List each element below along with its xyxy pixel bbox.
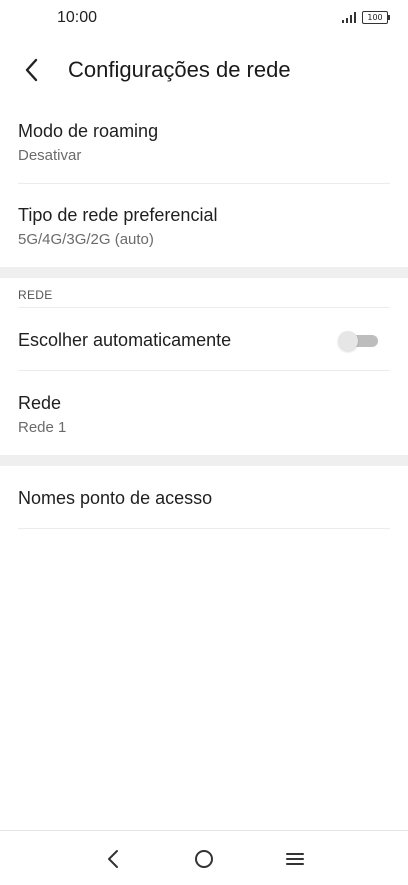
back-nav-icon xyxy=(108,850,118,868)
signal-icon xyxy=(342,12,356,23)
roaming-mode-value: Desativar xyxy=(18,147,82,164)
battery-icon: 100 xyxy=(362,11,390,24)
auto-select-toggle[interactable] xyxy=(338,330,380,351)
menu-nav-icon xyxy=(286,853,304,865)
chevron-left-icon xyxy=(25,58,38,82)
divider xyxy=(18,528,390,529)
apn-item[interactable]: Nomes ponto de acesso xyxy=(18,488,390,509)
preferred-network-type-value: 5G/4G/3G/2G (auto) xyxy=(18,231,154,248)
app-header: Configurações de rede xyxy=(0,44,408,96)
network-item[interactable]: Rede Rede 1 xyxy=(18,393,390,436)
divider xyxy=(18,307,390,308)
preferred-network-type-title: Tipo de rede preferencial xyxy=(18,205,218,225)
status-bar: 10:00 100 xyxy=(0,0,408,40)
section-header-rede: REDE xyxy=(18,288,53,302)
section-separator xyxy=(0,267,408,278)
apn-title: Nomes ponto de acesso xyxy=(18,488,213,508)
back-button[interactable] xyxy=(14,52,50,88)
auto-select-title: Escolher automaticamente xyxy=(18,330,232,350)
nav-home-button[interactable] xyxy=(190,845,218,873)
toggle-thumb xyxy=(338,331,358,351)
page-title: Configurações de rede xyxy=(68,57,291,82)
battery-level: 100 xyxy=(362,11,388,24)
divider xyxy=(18,370,390,371)
status-time: 10:00 xyxy=(57,9,98,26)
network-title: Rede xyxy=(18,393,62,413)
auto-select-item[interactable]: Escolher automaticamente xyxy=(18,330,390,351)
network-value: Rede 1 xyxy=(18,419,67,436)
preferred-network-type-item[interactable]: Tipo de rede preferencial 5G/4G/3G/2G (a… xyxy=(18,205,390,248)
navigation-bar xyxy=(0,830,408,885)
roaming-mode-item[interactable]: Modo de roaming Desativar xyxy=(18,121,390,164)
nav-menu-button[interactable] xyxy=(281,845,309,873)
section-separator xyxy=(0,455,408,466)
nav-back-button[interactable] xyxy=(99,845,127,873)
home-nav-icon xyxy=(195,850,213,868)
battery-tip xyxy=(388,15,390,20)
roaming-mode-title: Modo de roaming xyxy=(18,121,159,141)
divider xyxy=(18,183,390,184)
